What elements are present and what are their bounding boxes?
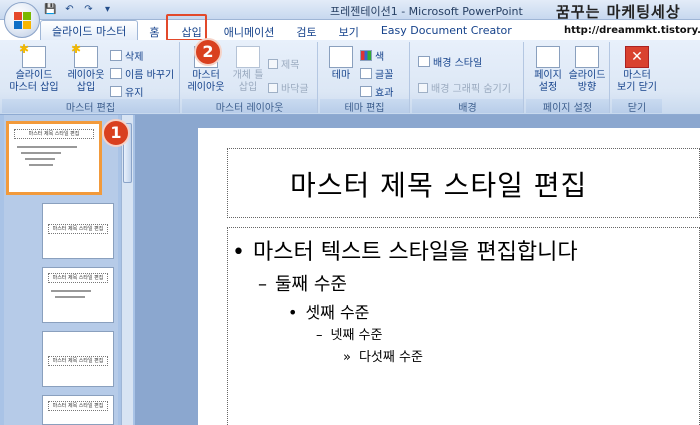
group-theme-edit: 테마 색 글꼴 효과 테마 편집 bbox=[320, 42, 410, 114]
hide-background-check-icon bbox=[418, 82, 428, 93]
page-setup-icon bbox=[536, 46, 560, 68]
effects-icon bbox=[360, 86, 372, 97]
blog-url: http://dreammkt.tistory.com bbox=[564, 25, 700, 36]
colors-icon bbox=[360, 50, 372, 61]
thumbnail-scrollbar[interactable] bbox=[121, 115, 133, 425]
delete-button[interactable]: 삭제 bbox=[110, 48, 143, 63]
redo-icon[interactable]: ↷ bbox=[82, 3, 95, 16]
page-setup-button[interactable]: 페이지 설정 bbox=[530, 46, 566, 94]
background-styles-icon bbox=[418, 56, 430, 67]
tab-review[interactable]: 검토 bbox=[285, 22, 327, 40]
effects-button[interactable]: 효과 bbox=[360, 84, 393, 99]
preserve-icon bbox=[110, 86, 122, 97]
thumbnail-strip: 1 마스터 제목 스타일 편집 마스터 제목 스타일 편집 마스터 제목 스타일… bbox=[4, 115, 118, 425]
layout-thumbnail[interactable]: 마스터 제목 스타일 편집 bbox=[42, 395, 114, 425]
title-check-icon bbox=[268, 58, 278, 69]
text-level-2: – 둘째 수준 bbox=[258, 274, 347, 295]
master-thumbnail-title: 마스터 제목 스타일 편집 bbox=[14, 129, 94, 139]
callout-badge-2: 2 bbox=[194, 38, 222, 66]
hide-background-checkbox[interactable]: 배경 그래픽 숨기기 bbox=[418, 80, 511, 95]
slide-orientation-icon bbox=[575, 46, 599, 68]
slide-title: 마스터 제목 스타일 편집 bbox=[290, 169, 588, 202]
tab-slide-master[interactable]: 슬라이드 마스터 bbox=[40, 20, 139, 40]
insert-placeholder-icon bbox=[236, 46, 260, 68]
callout-badge-1: 1 bbox=[102, 119, 130, 147]
ribbon: ✱ 슬라이드 마스터 삽입 ✱ 레이아웃 삽입 삭제 이름 바꾸기 유지 마스터… bbox=[0, 40, 700, 115]
quick-access-toolbar: 💾 ↶ ↷ ▾ bbox=[44, 3, 114, 16]
themes-icon bbox=[329, 46, 353, 68]
text-level-5: » 다섯째 수준 bbox=[343, 350, 423, 365]
tab-animation[interactable]: 애니메이션 bbox=[213, 22, 286, 40]
insert-layout-icon: ✱ bbox=[71, 43, 98, 68]
fonts-button[interactable]: 글꼴 bbox=[360, 66, 393, 81]
layout-thumbnail[interactable]: 마스터 제목 스타일 편집 bbox=[42, 203, 114, 259]
preserve-button[interactable]: 유지 bbox=[110, 84, 143, 99]
group-label-background: 배경 bbox=[412, 99, 523, 114]
layout-thumbnail[interactable]: 마스터 제목 스타일 편집 bbox=[42, 267, 114, 323]
rename-button[interactable]: 이름 바꾸기 bbox=[110, 66, 174, 81]
delete-icon bbox=[110, 50, 122, 61]
group-label-close: 닫기 bbox=[612, 99, 662, 114]
text-level-1: • 마스터 텍스트 스타일을 편집합니다 bbox=[232, 240, 578, 265]
text-level-3: • 셋째 수준 bbox=[288, 303, 370, 322]
master-thumbnail[interactable]: 마스터 제목 스타일 편집 bbox=[6, 121, 102, 195]
text-level-4: – 넷째 수준 bbox=[316, 328, 383, 343]
group-background: 배경 스타일 배경 그래픽 숨기기 배경 bbox=[412, 42, 524, 114]
footer-checkbox[interactable]: 바닥글 bbox=[268, 80, 309, 95]
background-styles-button[interactable]: 배경 스타일 bbox=[418, 54, 482, 69]
slide-thumbnail-pane: 1 마스터 제목 스타일 편집 마스터 제목 스타일 편집 마스터 제목 스타일… bbox=[0, 115, 135, 425]
layout-thumbnail[interactable]: 마스터 제목 스타일 편집 bbox=[42, 331, 114, 387]
office-button[interactable] bbox=[4, 2, 40, 38]
save-icon[interactable]: 💾 bbox=[44, 3, 57, 16]
fonts-icon bbox=[360, 68, 372, 79]
close-master-view-button[interactable]: ✕ 마스터 보기 닫기 bbox=[614, 46, 660, 94]
group-master-edit: ✱ 슬라이드 마스터 삽입 ✱ 레이아웃 삽입 삭제 이름 바꾸기 유지 마스터… bbox=[2, 42, 180, 114]
insert-slide-master-button[interactable]: ✱ 슬라이드 마스터 삽입 bbox=[6, 43, 62, 94]
window-title: 프레젠테이션1 - Microsoft PowerPoint bbox=[330, 5, 523, 18]
office-logo-icon bbox=[14, 12, 31, 29]
themes-button[interactable]: 테마 bbox=[324, 46, 358, 82]
title-checkbox[interactable]: 제목 bbox=[268, 56, 299, 71]
group-close: ✕ 마스터 보기 닫기 닫기 bbox=[612, 42, 662, 114]
tab-view[interactable]: 보기 bbox=[328, 22, 370, 40]
group-label-master-edit: 마스터 편집 bbox=[2, 99, 179, 114]
insert-slide-master-icon: ✱ bbox=[19, 43, 46, 68]
close-icon: ✕ bbox=[625, 46, 649, 68]
insert-placeholder-button[interactable]: 개체 틀 삽입 bbox=[228, 46, 268, 94]
insert-tab-highlight bbox=[166, 14, 207, 41]
insert-layout-button[interactable]: ✱ 레이아웃 삽입 bbox=[64, 43, 108, 94]
undo-icon[interactable]: ↶ bbox=[63, 3, 76, 16]
group-label-master-layout: 마스터 레이아웃 bbox=[182, 99, 317, 114]
group-label-theme-edit: 테마 편집 bbox=[320, 99, 409, 114]
group-page-setup: 페이지 설정 슬라이드 방향 페이지 설정 bbox=[526, 42, 610, 114]
rename-icon bbox=[110, 68, 122, 79]
group-label-page-setup: 페이지 설정 bbox=[526, 99, 609, 114]
footer-check-icon bbox=[268, 82, 278, 93]
tab-easy-document-creator[interactable]: Easy Document Creator bbox=[370, 22, 523, 40]
slide-orientation-button[interactable]: 슬라이드 방향 bbox=[568, 46, 606, 94]
blog-watermark: 꿈꾸는 마케팅세상 bbox=[556, 3, 681, 21]
customize-qat-icon[interactable]: ▾ bbox=[101, 3, 114, 16]
ribbon-tabs: 슬라이드 마스터 홈 삽입 애니메이션 검토 보기 Easy Document … bbox=[40, 20, 523, 40]
colors-button[interactable]: 색 bbox=[360, 48, 384, 63]
